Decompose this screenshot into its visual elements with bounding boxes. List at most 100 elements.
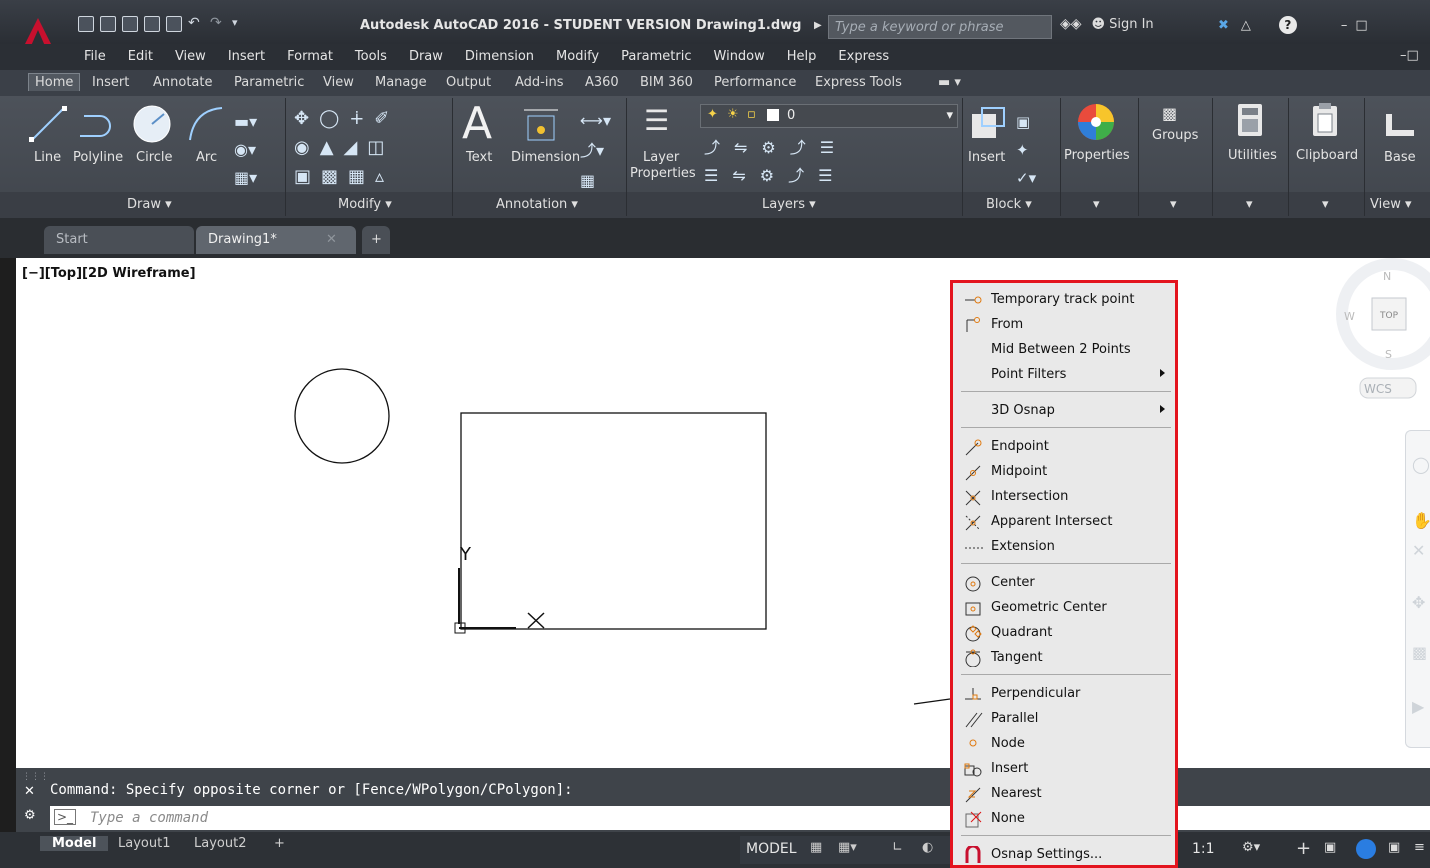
utilities-tool-label[interactable]: Utilities <box>1228 148 1277 163</box>
annotation-extra-icons[interactable]: ⟷▾ ⤴▾ ▦ <box>580 106 620 190</box>
menu-help[interactable]: Help <box>787 49 817 64</box>
menu-window[interactable]: Window <box>714 49 765 64</box>
customization-icon[interactable]: ≡ <box>1414 840 1425 855</box>
binoculars-icon[interactable]: ◈◈ <box>1060 16 1082 32</box>
menu-item-apparent-intersect[interactable]: Apparent Intersect <box>963 511 1169 533</box>
menu-draw[interactable]: Draw <box>409 49 443 64</box>
layer-properties-label-1[interactable]: Layer <box>643 150 679 165</box>
layout-tab-model[interactable]: Model <box>40 836 109 851</box>
search-field[interactable] <box>828 15 1052 39</box>
new-tab-button[interactable]: + <box>362 226 390 254</box>
customize-wrench-icon[interactable]: ⚙ <box>24 808 36 823</box>
showmotion-icon[interactable]: ▩ <box>1412 643 1427 662</box>
base-tool-label[interactable]: Base <box>1384 150 1416 165</box>
tab-performance[interactable]: Performance <box>714 75 796 90</box>
expand-search-icon[interactable]: ▶ <box>814 20 822 31</box>
menu-format[interactable]: Format <box>287 49 333 64</box>
close-tab-icon[interactable]: ✕ <box>326 232 337 247</box>
snap-icon[interactable]: ▦▾ <box>838 840 857 855</box>
ribbon-minimize-icon[interactable]: ▬ ▾ <box>938 75 961 90</box>
clean-screen-icon[interactable]: ▣ <box>1388 840 1400 855</box>
dimension-tool-label[interactable]: Dimension <box>511 150 580 165</box>
groups-icon[interactable]: ▩ <box>1162 104 1177 123</box>
tab-output[interactable]: Output <box>446 75 491 90</box>
drawing-canvas[interactable]: Y TOP N W S WCS <box>16 258 1430 768</box>
search-input[interactable] <box>829 16 1051 38</box>
menu-item-osnap-settings[interactable]: Osnap Settings... <box>963 844 1169 866</box>
menu-item-3d-osnap[interactable]: 3D Osnap <box>963 400 1169 422</box>
workspace-gear-icon[interactable]: ⚙▾ <box>1242 840 1260 855</box>
maximize-icon[interactable]: □ <box>1355 18 1367 33</box>
command-input[interactable] <box>50 806 1430 830</box>
menu-item-endpoint[interactable]: Endpoint <box>963 436 1169 458</box>
isolate-icon[interactable]: ▣ <box>1324 840 1336 855</box>
menu-item-insert[interactable]: Insert <box>963 758 1169 780</box>
menu-edit[interactable]: Edit <box>128 49 153 64</box>
hardware-accel-icon[interactable] <box>1356 839 1376 859</box>
utilities-panel-expand-icon[interactable]: ▾ <box>1246 197 1253 212</box>
layout-tab-layout2[interactable]: Layout2 <box>186 836 254 851</box>
menu-item-center[interactable]: Center <box>963 572 1169 594</box>
menu-item-node[interactable]: Node <box>963 733 1169 755</box>
menu-item-tangent[interactable]: Tangent <box>963 647 1169 669</box>
dimension-tool-icon[interactable] <box>522 104 560 144</box>
tab-add-ins[interactable]: Add-ins <box>515 75 563 90</box>
print-icon[interactable] <box>166 16 182 32</box>
tab-annotate[interactable]: Annotate <box>153 75 212 90</box>
tab-view[interactable]: View <box>323 75 354 90</box>
modify-tool-icons[interactable]: ✥◯∔✐ ◉▲◢◫ ▣▩▦▵ <box>294 104 444 190</box>
menu-item-point-filters[interactable]: Point Filters <box>963 364 1169 386</box>
grid-icon[interactable]: ▦ <box>810 840 822 855</box>
menu-file[interactable]: File <box>84 49 106 64</box>
view-panel-title[interactable]: View ▾ <box>1370 197 1412 212</box>
line-tool-label[interactable]: Line <box>34 150 61 165</box>
menu-parametric[interactable]: Parametric <box>621 49 691 64</box>
arc-tool-label[interactable]: Arc <box>196 150 217 165</box>
user-icon[interactable]: ☻ <box>1092 17 1106 32</box>
play-icon[interactable]: ▶ <box>1412 697 1424 716</box>
layout-tab-layout1[interactable]: Layout1 <box>110 836 178 851</box>
open-icon[interactable] <box>100 16 116 32</box>
menu-modify[interactable]: Modify <box>556 49 599 64</box>
tab-manage[interactable]: Manage <box>375 75 427 90</box>
clipboard-icon[interactable] <box>1310 102 1340 138</box>
tab-insert[interactable]: Insert <box>92 75 129 90</box>
steering-wheel-icon[interactable]: ◯ <box>1412 455 1430 474</box>
ortho-icon[interactable]: ∟ <box>892 840 903 855</box>
minimize-icon[interactable]: – <box>1341 18 1348 33</box>
menu-item-extension[interactable]: Extension <box>963 536 1169 558</box>
block-extra-icons[interactable]: ▣ ✦ ✓▾ <box>1016 108 1056 188</box>
menu-item-quadrant[interactable]: Quadrant <box>963 622 1169 644</box>
menu-express[interactable]: Express <box>838 49 889 64</box>
add-layout-button[interactable]: + <box>268 836 291 851</box>
menu-item-midpoint[interactable]: Midpoint <box>963 461 1169 483</box>
menu-item-geometric-center[interactable]: Geometric Center <box>963 597 1169 619</box>
orbit-icon[interactable]: ✥ <box>1412 593 1425 612</box>
zoom-icon[interactable]: ✕ <box>1412 541 1425 560</box>
undo-icon[interactable]: ↶ <box>188 16 204 32</box>
block-panel-title[interactable]: Block ▾ <box>986 197 1032 212</box>
sign-in-link[interactable]: Sign In <box>1109 17 1154 32</box>
line-tool-icon[interactable] <box>28 104 68 144</box>
groups-panel-expand-icon[interactable]: ▾ <box>1170 197 1177 212</box>
annotation-scale[interactable]: 1:1 <box>1192 841 1215 857</box>
modify-panel-title[interactable]: Modify ▾ <box>338 197 392 212</box>
customize-qat-icon[interactable]: ▾ <box>232 16 248 32</box>
menu-item-intersection[interactable]: Intersection <box>963 486 1169 508</box>
calculator-icon[interactable] <box>1236 102 1264 138</box>
insert-tool-label[interactable]: Insert <box>968 150 1005 165</box>
command-input-box[interactable]: >_ <box>50 806 1430 830</box>
groups-tool-label[interactable]: Groups <box>1152 128 1198 143</box>
save-as-icon[interactable] <box>144 16 160 32</box>
properties-tool-label[interactable]: Properties <box>1064 148 1130 163</box>
properties-panel-expand-icon[interactable]: ▾ <box>1093 197 1100 212</box>
navigation-bar[interactable]: ◯ ✋ ✕ ✥ ▩ ▶ <box>1405 430 1430 748</box>
polyline-tool-icon[interactable] <box>76 104 120 144</box>
command-prompt-icon[interactable]: >_ <box>54 809 77 825</box>
grip-dots-icon[interactable]: ⋮⋮⋮ <box>22 772 49 782</box>
exchange-icon[interactable]: ✖ <box>1218 18 1229 33</box>
annotation-panel-title[interactable]: Annotation ▾ <box>496 197 578 212</box>
layer-dropdown[interactable]: ✦ ☀ ▫ 0 ▾ <box>700 104 958 128</box>
plus-icon[interactable]: + <box>1296 838 1311 859</box>
layer-tool-icons[interactable]: ⤴⇋⚙⤴☰ ☰⇋⚙⤴☰ <box>704 134 954 190</box>
